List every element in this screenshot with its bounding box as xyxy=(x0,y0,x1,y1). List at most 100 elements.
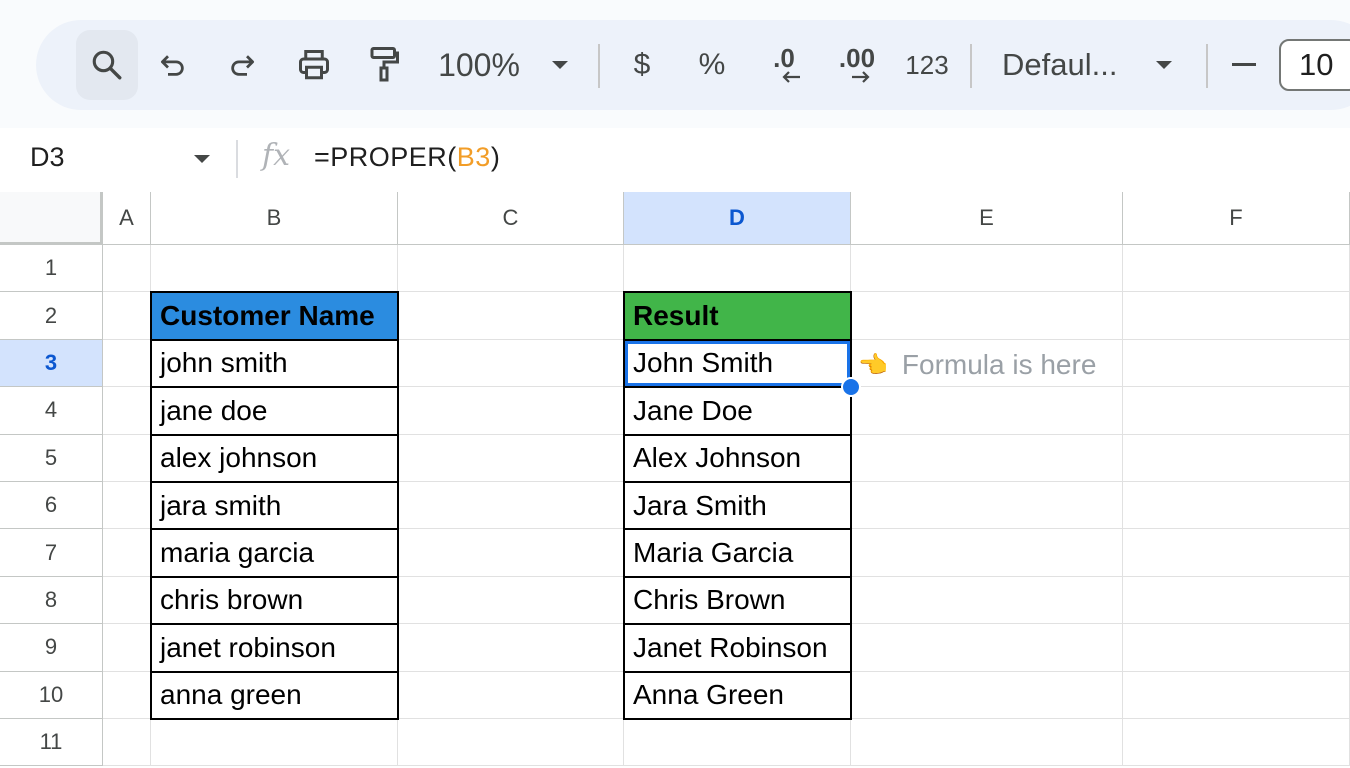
cell-f11[interactable] xyxy=(1123,719,1350,767)
name-box[interactable]: D3 xyxy=(30,142,65,173)
cell-c5[interactable] xyxy=(398,434,624,482)
cell-f2[interactable] xyxy=(1123,292,1350,340)
name-box-dropdown-icon[interactable] xyxy=(192,152,212,170)
cell-e8[interactable] xyxy=(851,576,1123,625)
result-value-cell[interactable]: Anna Green xyxy=(623,670,852,720)
cell-e10[interactable] xyxy=(851,671,1123,719)
cell-e1[interactable] xyxy=(851,245,1123,293)
cell-a5[interactable] xyxy=(103,434,151,482)
cell-a1[interactable] xyxy=(103,245,151,293)
cell-f1[interactable] xyxy=(1123,245,1350,293)
row-header-7[interactable]: 7 xyxy=(0,529,103,577)
column-header-d[interactable]: D xyxy=(624,192,851,245)
cell-d11[interactable] xyxy=(624,719,851,767)
font-dropdown-button[interactable] xyxy=(1148,20,1180,110)
cell-e6[interactable] xyxy=(851,482,1123,530)
cell-e9[interactable] xyxy=(851,624,1123,672)
input-value-cell[interactable]: jane doe xyxy=(150,386,399,436)
cell-a3[interactable] xyxy=(103,339,151,388)
cell-f7[interactable] xyxy=(1123,529,1350,577)
row-header-10[interactable]: 10 xyxy=(0,671,103,719)
cell-a10[interactable] xyxy=(103,671,151,719)
row-header-2[interactable]: 2 xyxy=(0,292,103,340)
cell-a6[interactable] xyxy=(103,482,151,530)
row-header-5[interactable]: 5 xyxy=(0,434,103,482)
cell-d1[interactable] xyxy=(624,245,851,293)
cell-a2[interactable] xyxy=(103,292,151,340)
cell-c6[interactable] xyxy=(398,482,624,530)
print-button[interactable] xyxy=(291,20,337,110)
row-header-1[interactable]: 1 xyxy=(0,245,103,293)
zoom-select[interactable]: 100% xyxy=(431,20,527,110)
cell-e11[interactable] xyxy=(851,719,1123,767)
cell-f10[interactable] xyxy=(1123,671,1350,719)
font-size-input[interactable]: 10 xyxy=(1279,39,1350,91)
input-value-cell[interactable]: chris brown xyxy=(150,575,399,626)
zoom-dropdown-button[interactable] xyxy=(544,20,576,110)
result-value-cell[interactable]: Maria Garcia xyxy=(623,528,852,578)
result-value-cell[interactable]: Jane Doe xyxy=(623,386,852,436)
format-percent-button[interactable]: % xyxy=(692,20,732,110)
cell-c9[interactable] xyxy=(398,624,624,672)
font-select[interactable]: Defaul... xyxy=(1002,20,1130,110)
input-value-cell[interactable]: maria garcia xyxy=(150,528,399,578)
column-header-b[interactable]: B xyxy=(151,192,398,245)
cell-c10[interactable] xyxy=(398,671,624,719)
more-formats-button[interactable]: 123 xyxy=(900,20,954,110)
search-menus-button[interactable] xyxy=(76,30,138,100)
cell-f3[interactable] xyxy=(1123,339,1350,388)
cell-f4[interactable] xyxy=(1123,387,1350,435)
cell-e2[interactable] xyxy=(851,292,1123,340)
result-header-cell[interactable]: Result xyxy=(623,291,852,341)
column-header-c[interactable]: C xyxy=(398,192,624,245)
undo-button[interactable] xyxy=(152,20,194,110)
column-header-a[interactable]: A xyxy=(103,192,151,245)
row-header-8[interactable]: 8 xyxy=(0,576,103,625)
row-header-4[interactable]: 4 xyxy=(0,387,103,435)
formula-input[interactable]: =PROPER(B3) xyxy=(314,142,500,173)
row-header-9[interactable]: 9 xyxy=(0,624,103,672)
column-header-f[interactable]: F xyxy=(1123,192,1350,245)
decrease-decimal-button[interactable]: .0 xyxy=(758,20,810,110)
input-value-cell[interactable]: janet robinson xyxy=(150,623,399,673)
cell-f8[interactable] xyxy=(1123,576,1350,625)
cell-c8[interactable] xyxy=(398,576,624,625)
cell-b1[interactable] xyxy=(151,245,398,293)
cell-c1[interactable] xyxy=(398,245,624,293)
redo-button[interactable] xyxy=(221,20,263,110)
cell-f9[interactable] xyxy=(1123,624,1350,672)
format-currency-button[interactable]: $ xyxy=(624,20,660,110)
input-value-cell[interactable]: anna green xyxy=(150,670,399,720)
row-header-11[interactable]: 11 xyxy=(0,719,103,767)
cell-f6[interactable] xyxy=(1123,482,1350,530)
column-header-e[interactable]: E xyxy=(851,192,1123,245)
select-all-corner[interactable] xyxy=(0,192,103,245)
row-header-6[interactable]: 6 xyxy=(0,482,103,530)
cell-c7[interactable] xyxy=(398,529,624,577)
cell-c11[interactable] xyxy=(398,719,624,767)
paint-format-button[interactable] xyxy=(361,20,407,110)
cell-a8[interactable] xyxy=(103,576,151,625)
input-value-cell[interactable]: john smith xyxy=(150,338,399,389)
cell-e5[interactable] xyxy=(851,434,1123,482)
decrease-font-size-button[interactable] xyxy=(1222,20,1266,110)
cell-a9[interactable] xyxy=(103,624,151,672)
cell-e7[interactable] xyxy=(851,529,1123,577)
cell-b11[interactable] xyxy=(151,719,398,767)
result-value-cell[interactable]: Chris Brown xyxy=(623,575,852,626)
cell-a7[interactable] xyxy=(103,529,151,577)
cell-c3[interactable] xyxy=(398,339,624,388)
spreadsheet-grid[interactable]: A B C D E F 1 2 3 4 5 6 7 8 9 10 11 Customer Name Result jo… xyxy=(0,192,1350,768)
input-value-cell[interactable]: alex johnson xyxy=(150,433,399,483)
result-value-cell[interactable]: Jara Smith xyxy=(623,481,852,531)
result-value-cell[interactable]: Alex Johnson xyxy=(623,433,852,483)
cell-f5[interactable] xyxy=(1123,434,1350,482)
cell-a11[interactable] xyxy=(103,719,151,767)
cell-c2[interactable] xyxy=(398,292,624,340)
increase-decimal-button[interactable]: .00 xyxy=(831,20,883,110)
input-value-cell[interactable]: jara smith xyxy=(150,481,399,531)
cell-a4[interactable] xyxy=(103,387,151,435)
result-value-cell[interactable]: Janet Robinson xyxy=(623,623,852,673)
row-header-3[interactable]: 3 xyxy=(0,339,103,388)
cell-e4[interactable] xyxy=(851,387,1123,435)
